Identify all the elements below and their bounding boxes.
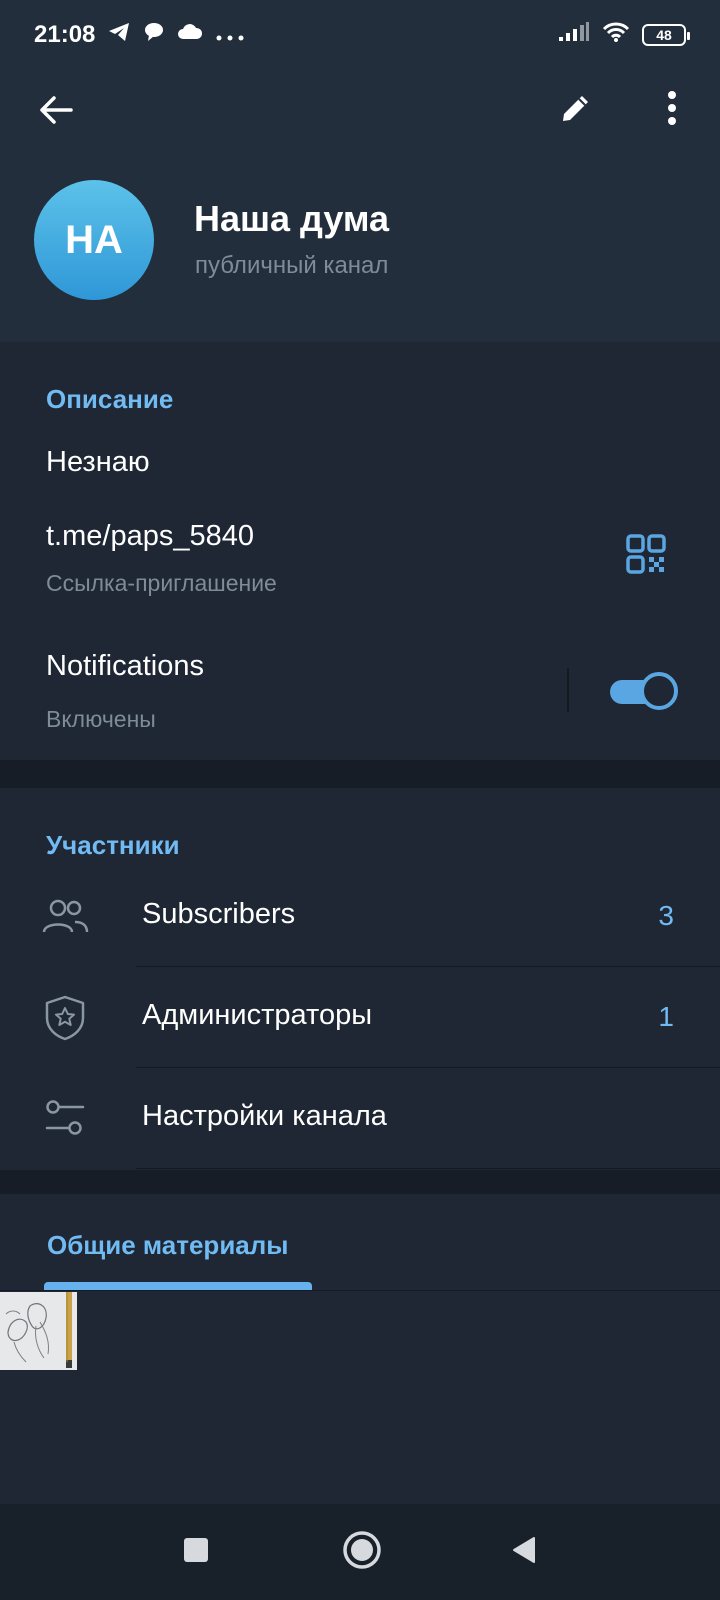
tab-divider: [0, 1290, 720, 1291]
description-text[interactable]: Незнаю: [46, 446, 150, 479]
admins-count: 1: [658, 1001, 674, 1032]
row-divider: [136, 1168, 720, 1169]
section-separator: [0, 1170, 720, 1194]
channel-settings-label: Настройки канала: [142, 1100, 387, 1132]
wifi-icon: [602, 21, 630, 50]
invite-link-label: Ссылка-приглашение: [46, 570, 277, 596]
channel-name: Наша дума: [194, 198, 390, 239]
admins-label: Администраторы: [142, 999, 373, 1031]
admins-row[interactable]: Администраторы 1: [0, 967, 720, 1067]
channel-settings-row[interactable]: Настройки канала: [0, 1068, 720, 1168]
chat-icon: [143, 21, 165, 50]
status-bar: 21:08 48: [0, 0, 720, 70]
users-icon: [40, 894, 90, 938]
qr-code-button[interactable]: [624, 533, 668, 579]
square-icon: [183, 1537, 209, 1568]
signal-icon: [558, 21, 590, 49]
shield-star-icon: [42, 993, 88, 1043]
system-nav-bar: [0, 1504, 720, 1600]
more-dots-icon: [215, 21, 245, 49]
arrow-left-icon: [39, 95, 73, 130]
status-left: 21:08: [34, 21, 245, 50]
subscribers-label: Subscribers: [142, 898, 296, 930]
notifications-toggle[interactable]: [610, 670, 678, 710]
home-button[interactable]: [338, 1528, 386, 1576]
pencil-icon: [560, 92, 592, 129]
back-nav-button[interactable]: [502, 1530, 546, 1574]
notifications-status: Включены: [46, 706, 156, 732]
invite-link-row[interactable]: t.me/paps_5840 Ссылка-приглашение: [0, 510, 720, 610]
channel-type: публичный канал: [195, 252, 389, 279]
telegram-icon: [107, 21, 131, 50]
menu-button[interactable]: [650, 88, 694, 132]
recents-button[interactable]: [174, 1530, 218, 1574]
subscribers-row[interactable]: Subscribers 3: [0, 866, 720, 966]
edit-button[interactable]: [554, 88, 598, 132]
section-separator: [0, 760, 720, 788]
invite-link[interactable]: t.me/paps_5840: [46, 520, 254, 553]
members-title: Участники: [46, 830, 180, 860]
sliders-icon: [42, 1096, 88, 1140]
notifications-label: Notifications: [46, 650, 204, 682]
tab-shared-media[interactable]: Общие материалы: [47, 1230, 288, 1261]
qr-code-icon: [626, 533, 666, 579]
avatar-initials: НА: [65, 217, 123, 262]
back-button[interactable]: [34, 90, 78, 134]
channel-avatar[interactable]: НА: [34, 180, 154, 300]
more-vertical-icon: [667, 90, 677, 130]
tab-indicator: [44, 1282, 312, 1290]
description-title: Описание: [46, 384, 174, 414]
sketch-image: [0, 1292, 77, 1370]
cloud-icon: [177, 21, 203, 49]
status-right: 48: [558, 21, 690, 50]
status-time: 21:08: [34, 21, 96, 48]
media-thumbnail[interactable]: [0, 1292, 77, 1370]
circle-icon: [342, 1530, 382, 1575]
battery-icon: 48: [642, 24, 690, 46]
triangle-left-icon: [510, 1535, 538, 1570]
notifications-divider: [567, 668, 569, 712]
toggle-knob: [640, 672, 678, 710]
subscribers-count: 3: [658, 900, 674, 931]
